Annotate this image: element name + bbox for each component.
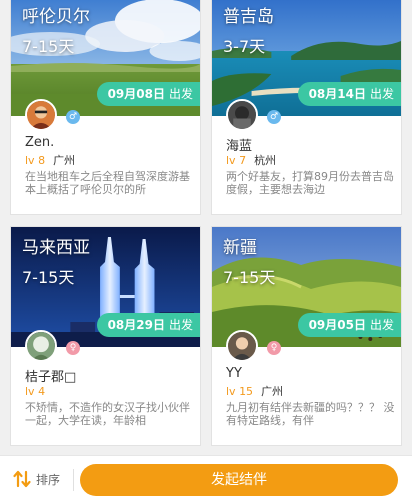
departure-date: 09月05日 [308, 318, 366, 332]
female-icon: ♀ [66, 341, 80, 355]
male-icon: ♂ [66, 110, 80, 124]
departure-date: 08月14日 [308, 87, 366, 101]
user-level: lv 4 [25, 385, 46, 398]
duration-label: 7-15天 [22, 37, 75, 56]
female-icon: ♀ [267, 341, 281, 355]
user-level: lv 8 [25, 154, 46, 167]
avatar-image [228, 101, 256, 129]
trip-description: 不矫情，不造作的女汉子找小伙伴一起，大学在读，年龄相 [25, 401, 190, 427]
departure-date: 09月08日 [107, 87, 165, 101]
trip-cover-image: 马来西亚 7-15天 08月29日 出发 [11, 227, 200, 347]
departure-date: 08月29日 [107, 318, 165, 332]
trip-card[interactable]: 新疆 7-15天 09月05日 出发 ♀ YY lv 15 广州 九月初有结伴去新疆… [211, 226, 402, 446]
user-city: 广州 [261, 385, 284, 398]
avatar-image [228, 332, 256, 360]
avatar-image [27, 101, 55, 129]
departure-badge: 09月05日 出发 [297, 313, 401, 337]
user-meta: lv 7 杭州 [226, 152, 396, 169]
sort-label: 排序 [36, 472, 61, 487]
user-name: YY [226, 366, 242, 381]
bottom-action-bar: 排序 发起结伴 [0, 455, 412, 502]
user-meta: lv 4 [25, 383, 195, 400]
trip-card[interactable]: 普吉岛 3-7天 08月14日 出发 ♂ 海蓝 lv 7 杭州 两个好基友，打算89… [211, 0, 402, 215]
departure-text: 出发 [369, 87, 394, 101]
avatar[interactable] [226, 330, 258, 362]
destination-label: 呼伦贝尔 [22, 7, 90, 27]
avatar[interactable] [25, 99, 57, 131]
departure-badge: 08月29日 出发 [96, 313, 200, 337]
trip-card[interactable]: 呼伦贝尔 7-15天 09月08日 出发 ♂ Zen. lv 8 广州 在当地租车之… [10, 0, 201, 215]
departure-text: 出发 [168, 87, 193, 101]
destination-label: 新疆 [223, 238, 257, 258]
trip-description: 在当地租车之后全程自驾深度游基本上概括了呼伦贝尔的所 [25, 170, 190, 196]
sort-button[interactable]: 排序 [12, 462, 74, 496]
user-city: 杭州 [254, 154, 277, 167]
user-name: Zen. [25, 135, 55, 150]
avatar[interactable] [226, 99, 258, 131]
user-level: lv 7 [226, 154, 247, 167]
user-level: lv 15 [226, 385, 254, 398]
avatar[interactable] [25, 330, 57, 362]
trip-description: 两个好基友，打算89月份去普吉岛度假，主要想去海边 [226, 170, 394, 196]
divider [73, 469, 74, 491]
duration-label: 7-15天 [22, 268, 75, 287]
male-icon: ♂ [267, 110, 281, 124]
destination-label: 普吉岛 [223, 7, 274, 27]
create-companion-button[interactable]: 发起结伴 [80, 464, 398, 496]
user-city: 广州 [53, 154, 76, 167]
duration-label: 3-7天 [223, 37, 266, 56]
user-meta: lv 15 广州 [226, 383, 396, 400]
destination-label: 马来西亚 [22, 238, 90, 258]
trip-cover-image: 新疆 7-15天 09月05日 出发 [212, 227, 401, 347]
user-name: 海蓝 [226, 139, 253, 152]
departure-text: 出发 [168, 318, 193, 332]
user-meta: lv 8 广州 [25, 152, 195, 169]
avatar-image [27, 332, 55, 360]
trip-card[interactable]: 马来西亚 7-15天 08月29日 出发 ♀ 桔子郡□ lv 4 不矫情，不造作的… [10, 226, 201, 446]
trip-card-grid: 呼伦贝尔 7-15天 09月08日 出发 ♂ Zen. lv 8 广州 在当地租车之… [0, 0, 412, 455]
duration-label: 7-15天 [223, 268, 276, 287]
departure-badge: 09月08日 出发 [96, 82, 200, 106]
departure-text: 出发 [369, 318, 394, 332]
departure-badge: 08月14日 出发 [297, 82, 401, 106]
sort-icon [13, 470, 31, 488]
user-name: 桔子郡□ [25, 370, 77, 383]
trip-description: 九月初有结伴去新疆的吗？？？ 没有特定路线，有伴 [226, 401, 395, 427]
